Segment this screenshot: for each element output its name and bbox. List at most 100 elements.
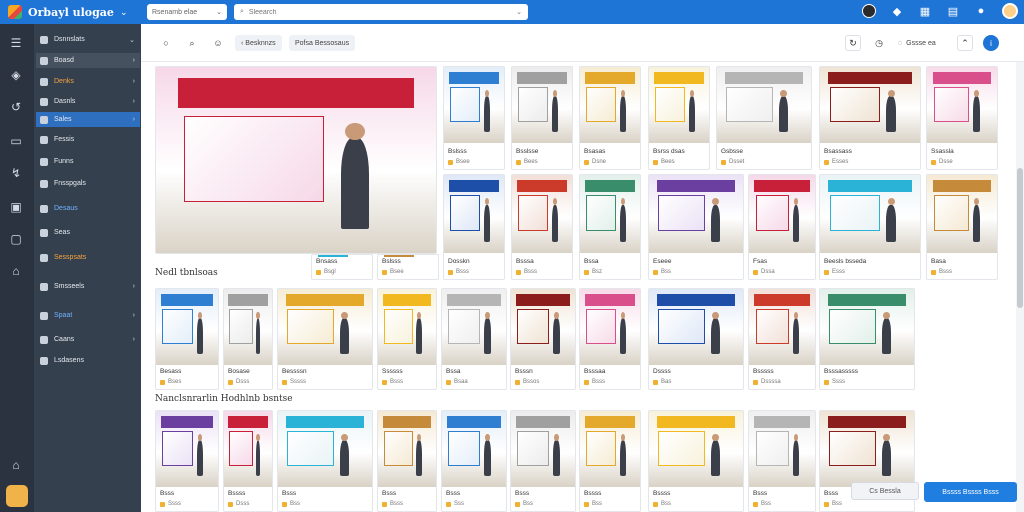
menu-dot-icon [40, 157, 48, 166]
image-card[interactable]: Bsssa Bsss [511, 174, 573, 280]
card-caption: Bsssasssss [824, 368, 858, 375]
image-card[interactable]: Dssss Bas [648, 288, 744, 390]
sidebar-item-label: Dasnls [54, 98, 76, 105]
image-card[interactable]: Bsss Ssss [155, 410, 219, 512]
expand-icon[interactable]: ⌃ [957, 35, 973, 51]
assistant-avatar[interactable] [6, 485, 28, 507]
image-card[interactable]: Bssss Dsss [223, 410, 273, 512]
image-card[interactable]: Beesls bsseda Esss [819, 174, 921, 280]
sidebar-item[interactable]: Denks › [36, 74, 140, 89]
card-meta-text: Dssssa [761, 379, 781, 385]
layers-icon[interactable]: ◈ [9, 68, 23, 82]
sidebar-item[interactable]: Smsseels › [36, 279, 140, 294]
primary-button[interactable]: Bssss Bssss Bsss [924, 482, 1017, 502]
image-card[interactable]: Bssa Bsaa [441, 288, 507, 390]
image-card[interactable]: Dosskn Bsss [443, 174, 505, 280]
filter-pill[interactable]: Pofsa Bessosaus [289, 35, 356, 51]
share-icon[interactable]: ↯ [9, 166, 23, 180]
sidebar-item[interactable]: Caans › [36, 332, 140, 347]
chevron-down-icon[interactable]: ⌄ [516, 8, 522, 16]
image-card[interactable]: Gsbsse Dsset [716, 66, 812, 170]
image-card[interactable]: Bslsss Bsee [377, 254, 439, 280]
list-icon[interactable]: ☰ [9, 36, 23, 50]
toolbar: ○ ⌕ ☺ ‹ Besknnzs Pofsa Bessosaus ↻ ◷ ◌ G… [141, 24, 1024, 62]
tag-icon [515, 379, 520, 385]
chevron-down-icon[interactable]: ⌄ [120, 7, 128, 18]
image-card[interactable]: Fsas Dssa [748, 174, 816, 280]
sidebar-item-label: Funns [54, 158, 74, 165]
refresh-icon[interactable]: ↻ [845, 35, 861, 51]
home-icon[interactable]: ⌂ [9, 458, 23, 472]
circle-icon[interactable]: ○ [159, 35, 173, 51]
secondary-button[interactable]: Cs Bessla [851, 482, 919, 500]
image-card[interactable]: Bsss Bss [510, 410, 576, 512]
sidebar-item[interactable]: Dasnls › [36, 94, 140, 109]
sidebar-item[interactable]: Sesspsats [36, 250, 140, 265]
image-card[interactable]: Bslsss Bsee [443, 66, 505, 170]
card-caption: Bsss [446, 490, 461, 497]
image-card[interactable]: Bssss Bss [648, 410, 744, 512]
sidebar-item[interactable]: Fessis [36, 132, 140, 147]
frame-icon[interactable]: ▭ [9, 134, 23, 148]
image-card[interactable]: Bsslsse Bees [511, 66, 573, 170]
sidebar-item[interactable]: Seas [36, 225, 140, 240]
search-icon[interactable]: ⌕ [185, 35, 199, 51]
card-meta: Bss [653, 501, 671, 507]
image-card[interactable]: Bsssasssss Ssss [819, 288, 915, 390]
grid-icon[interactable]: ▦ [918, 4, 932, 18]
back-button[interactable]: ‹ Besknnzs [235, 35, 282, 51]
menu-dot-icon [40, 311, 48, 320]
image-card[interactable]: Bsss Bss [748, 410, 816, 512]
search-bar[interactable]: ⌕ ⌄ [234, 4, 528, 20]
image-card[interactable]: Bsss Sss [441, 410, 507, 512]
image-card[interactable]: Bsssss Dssssa [748, 288, 816, 390]
image-card[interactable]: Eseee Bss [648, 174, 744, 280]
smile-icon[interactable]: ☺ [211, 35, 225, 51]
history-icon[interactable]: ↺ [9, 100, 23, 114]
sidebar-item[interactable]: Sales › [36, 112, 140, 127]
image-card[interactable]: Bosase Dsss [223, 288, 273, 390]
image-card[interactable]: Ssssss Bsss [377, 288, 437, 390]
sidebar-item[interactable]: Lsdasens [36, 353, 140, 368]
board-icon[interactable]: ▢ [9, 232, 23, 246]
cube-icon[interactable]: ◆ [890, 4, 904, 18]
card-meta: Bss [824, 501, 842, 507]
sidebar-item[interactable]: Fnsspgals [36, 176, 140, 191]
sidebar-item[interactable]: Desaus [36, 201, 140, 216]
image-card[interactable]: Bsassass Esses [819, 66, 921, 170]
scrollbar-thumb[interactable] [1017, 168, 1023, 308]
image-card[interactable]: Ssassla Dsse [926, 66, 998, 170]
scope-dropdown[interactable]: Rsenamb elae ⌄ [147, 4, 227, 20]
image-card[interactable]: Bsss Bsss [377, 410, 437, 512]
profile-icon[interactable]: ● [974, 4, 988, 18]
image-card[interactable]: Bsssaa Bsss [579, 288, 641, 390]
image-card[interactable]: Basa Bsss [926, 174, 998, 280]
image-card[interactable]: Bsssn Bssos [510, 288, 576, 390]
image-card[interactable]: Bssa Bsz [579, 174, 641, 280]
view-toggle[interactable]: ◌ Gssse ea [898, 35, 936, 51]
user-avatar-dark-icon[interactable] [862, 4, 876, 18]
store-photo [927, 67, 997, 143]
avatar[interactable] [1002, 3, 1018, 19]
sidebar-item[interactable]: Funns [36, 154, 140, 169]
sidebar-item[interactable]: Boasd › [36, 53, 140, 68]
image-card[interactable]: Bssss Bss [579, 410, 641, 512]
image-card[interactable] [155, 66, 437, 254]
image-card[interactable]: Bsrss dsas Bees [648, 66, 710, 170]
clock-icon[interactable]: ◷ [871, 35, 887, 51]
search-input[interactable] [248, 8, 499, 16]
sidebar-item-label: Denks [54, 78, 74, 85]
card-caption: Beesls bsseda [824, 258, 867, 265]
book-icon[interactable]: ▣ [9, 200, 23, 214]
bag-icon[interactable]: ⌂ [9, 264, 23, 278]
info-icon[interactable]: i [983, 35, 999, 51]
sidebar-item[interactable]: Spaat › [36, 308, 140, 323]
image-card[interactable]: Besass Bses [155, 288, 219, 390]
image-card[interactable]: Bnsass Bsgl [311, 254, 373, 280]
image-card[interactable]: Bessssn Sssss [277, 288, 373, 390]
panel-icon[interactable]: ▤ [946, 4, 960, 18]
image-card[interactable]: Bsss Bss [277, 410, 373, 512]
tag-icon [382, 269, 387, 275]
image-card[interactable]: Bsasas Dsne [579, 66, 641, 170]
sidebar-item[interactable]: Dsnnslats ⌄ [36, 32, 140, 47]
